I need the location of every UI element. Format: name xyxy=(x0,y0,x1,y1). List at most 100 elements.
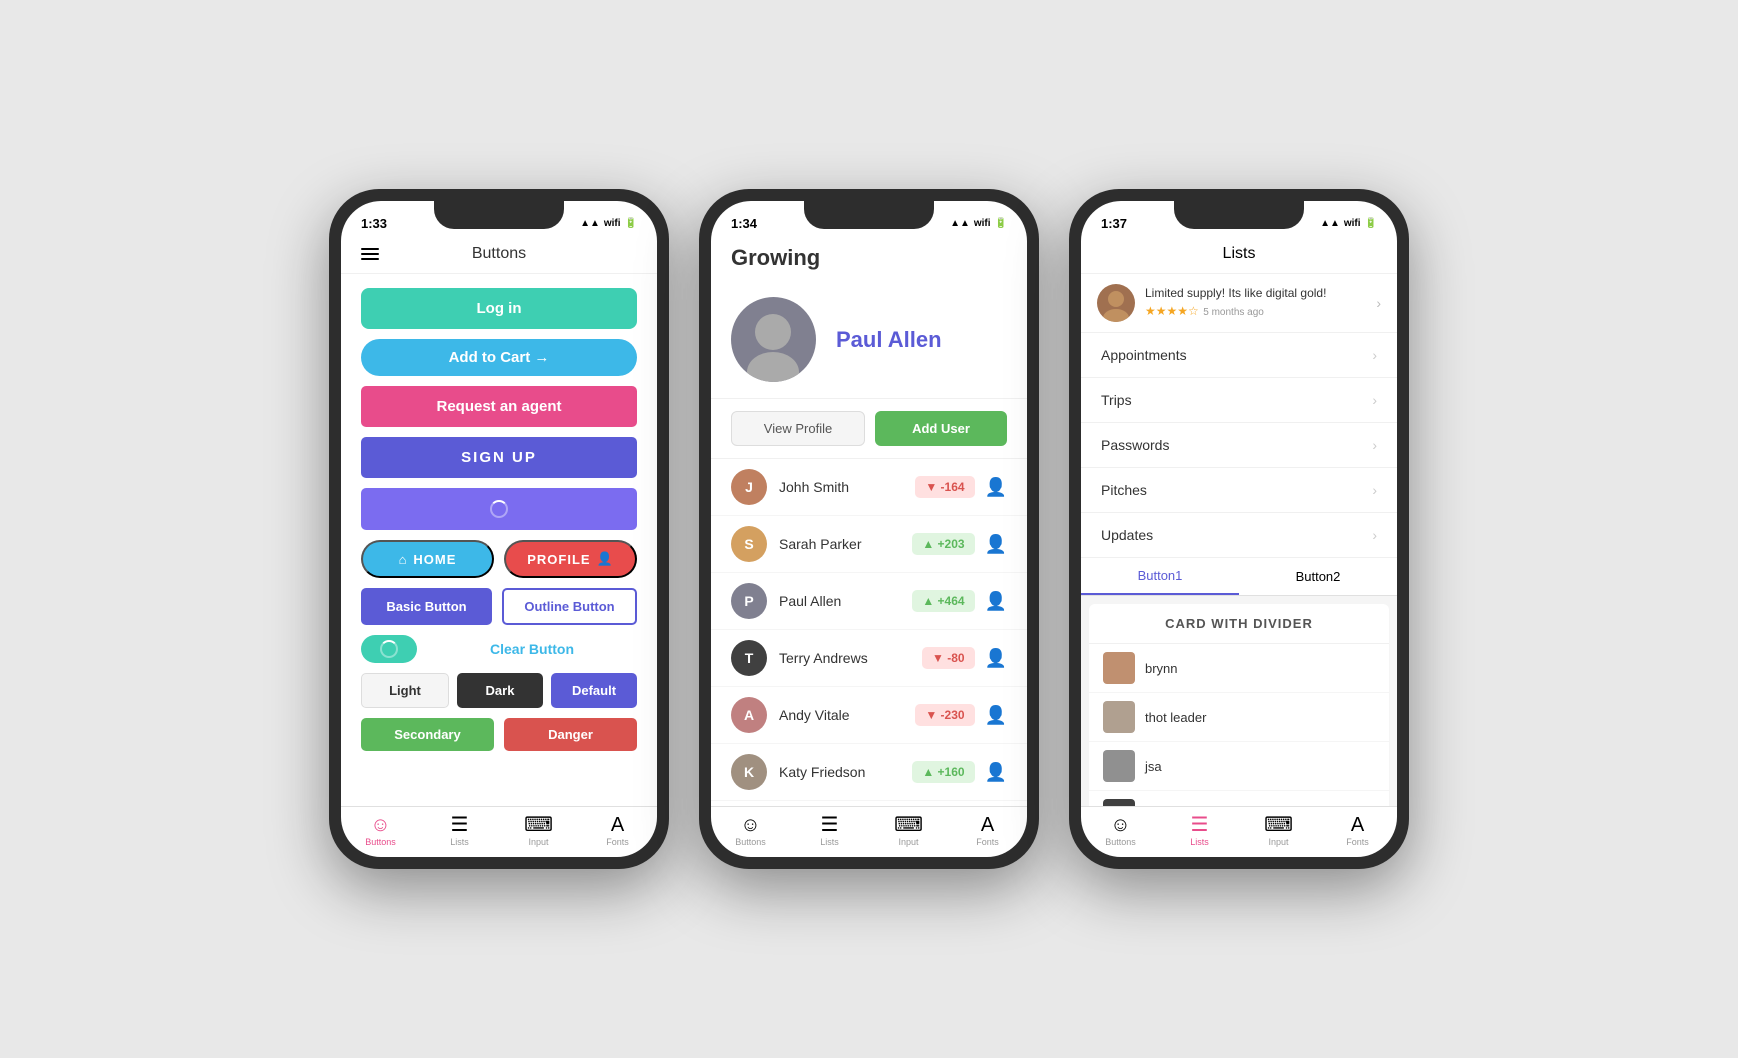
card-tab-button2[interactable]: Button2 xyxy=(1239,558,1397,595)
add-user-button[interactable]: Add User xyxy=(875,411,1007,446)
clear-button[interactable]: Clear Button xyxy=(427,641,637,657)
profile-button[interactable]: PROFILE 👤 xyxy=(504,540,637,578)
tab3-input[interactable]: ⌨ Input xyxy=(1239,815,1318,847)
card-name-thot: thot leader xyxy=(1145,710,1206,725)
tab3-fonts[interactable]: A Fonts xyxy=(1318,815,1397,847)
phone3-title: Lists xyxy=(1223,245,1256,262)
list-row-updates[interactable]: Updates › xyxy=(1081,513,1397,558)
tab-buttons[interactable]: ☺ Buttons xyxy=(341,815,420,847)
user-row-johh: J Johh Smith ▼ -164 👤 xyxy=(711,459,1027,516)
tab-fonts[interactable]: A Fonts xyxy=(578,815,657,847)
list-label-appointments: Appointments xyxy=(1101,347,1187,363)
time-1: 1:33 xyxy=(361,216,387,231)
basic-button[interactable]: Basic Button xyxy=(361,588,492,625)
tab-buttons-label: Buttons xyxy=(365,837,396,847)
user-row-sarah: S Sarah Parker ▲ +203 👤 xyxy=(711,516,1027,573)
dark-button[interactable]: Dark xyxy=(457,673,543,708)
tab-bar-2: ☺ Buttons ☰ Lists ⌨ Input A Fonts xyxy=(711,806,1027,857)
home-icon: ⌂ xyxy=(399,552,408,567)
user-avatar-andy: A xyxy=(731,697,767,733)
contact-icon-paul[interactable]: 👤 xyxy=(985,591,1007,612)
time-3: 1:37 xyxy=(1101,216,1127,231)
review-bar[interactable]: Limited supply! Its like digital gold! ★… xyxy=(1081,274,1397,333)
user-row-paul: P Paul Allen ▲ +464 👤 xyxy=(711,573,1027,630)
user-score-sarah: ▲ +203 xyxy=(912,533,974,555)
review-time: 5 months ago xyxy=(1203,307,1264,318)
tab2-lists[interactable]: ☰ Lists xyxy=(790,815,869,847)
danger-button[interactable]: Danger xyxy=(504,718,637,751)
tab3-fonts-icon: A xyxy=(1351,815,1364,835)
lists-tab-icon: ☰ xyxy=(451,815,469,835)
tab3-buttons-label: Buttons xyxy=(1105,837,1136,847)
tab-lists[interactable]: ☰ Lists xyxy=(420,815,499,847)
review-stars: ★★★★☆ xyxy=(1145,304,1199,318)
tab2-lists-icon: ☰ xyxy=(821,815,839,835)
tab-input[interactable]: ⌨ Input xyxy=(499,815,578,847)
user-score-johh: ▼ -164 xyxy=(915,476,974,498)
list-row-pitches[interactable]: Pitches › xyxy=(1081,468,1397,513)
secondary-button[interactable]: Secondary xyxy=(361,718,494,751)
user-score-andy: ▼ -230 xyxy=(915,704,974,726)
tab2-buttons-icon: ☺ xyxy=(740,815,760,835)
home-button[interactable]: ⌂ HOME xyxy=(361,540,494,578)
list-label-trips: Trips xyxy=(1101,392,1132,408)
user-avatar-katy: K xyxy=(731,754,767,790)
list-row-passwords[interactable]: Passwords › xyxy=(1081,423,1397,468)
hamburger-icon[interactable] xyxy=(361,248,379,260)
list-items: Appointments › Trips › Passwords › Pitch… xyxy=(1081,333,1397,558)
review-title: Limited supply! Its like digital gold! xyxy=(1145,286,1376,302)
contact-icon-johh[interactable]: 👤 xyxy=(985,477,1007,498)
card-avatar-talha xyxy=(1103,799,1135,806)
profile-section: Paul Allen xyxy=(711,281,1027,399)
phone1-header: Buttons xyxy=(341,237,657,274)
view-profile-button[interactable]: View Profile xyxy=(731,411,865,446)
tab3-buttons[interactable]: ☺ Buttons xyxy=(1081,815,1160,847)
request-agent-button[interactable]: Request an agent xyxy=(361,386,637,427)
tab2-input[interactable]: ⌨ Input xyxy=(869,815,948,847)
tab-input-label: Input xyxy=(528,837,548,847)
user-score-terry: ▼ -80 xyxy=(922,647,975,669)
card-tab-button1[interactable]: Button1 xyxy=(1081,558,1239,595)
phone-lists: 1:37 ▲▲ wifi 🔋 Lists xyxy=(1069,189,1409,869)
contact-icon-sarah[interactable]: 👤 xyxy=(985,534,1007,555)
tab3-fonts-label: Fonts xyxy=(1346,837,1369,847)
tab2-buttons[interactable]: ☺ Buttons xyxy=(711,815,790,847)
tab-fonts-label: Fonts xyxy=(606,837,629,847)
toggle-button[interactable] xyxy=(361,635,417,663)
outline-button[interactable]: Outline Button xyxy=(502,588,637,625)
card-item-jsa[interactable]: jsa xyxy=(1089,742,1389,791)
tab2-fonts-label: Fonts xyxy=(976,837,999,847)
user-score-paul: ▲ +464 xyxy=(912,590,974,612)
light-dark-default-row: Light Dark Default xyxy=(361,673,637,708)
login-button[interactable]: Log in xyxy=(361,288,637,329)
tab2-buttons-label: Buttons xyxy=(735,837,766,847)
avatar-svg xyxy=(731,297,816,382)
user-score-katy: ▲ +160 xyxy=(912,761,974,783)
time-2: 1:34 xyxy=(731,216,757,231)
status-icons-1: ▲▲ wifi 🔋 xyxy=(580,218,637,229)
contact-icon-katy[interactable]: 👤 xyxy=(985,762,1007,783)
tab3-lists[interactable]: ☰ Lists xyxy=(1160,815,1239,847)
card-item-brynn[interactable]: brynn xyxy=(1089,644,1389,693)
default-button[interactable]: Default xyxy=(551,673,637,708)
tab2-fonts[interactable]: A Fonts xyxy=(948,815,1027,847)
card-item-talha[interactable]: talhaconcepts xyxy=(1089,791,1389,806)
list-row-trips[interactable]: Trips › xyxy=(1081,378,1397,423)
user-row-terry: T Terry Andrews ▼ -80 👤 xyxy=(711,630,1027,687)
tab2-fonts-icon: A xyxy=(981,815,994,835)
status-icons-3: ▲▲ wifi 🔋 xyxy=(1320,218,1377,229)
list-row-appointments[interactable]: Appointments › xyxy=(1081,333,1397,378)
signup-button[interactable]: SIGN UP xyxy=(361,437,637,478)
contact-icon-terry[interactable]: 👤 xyxy=(985,648,1007,669)
card-header: CARD WITH DIVIDER xyxy=(1089,604,1389,644)
loading-button[interactable] xyxy=(361,488,637,530)
user-avatar-sarah: S xyxy=(731,526,767,562)
tab3-lists-icon: ☰ xyxy=(1191,815,1209,835)
card-item-thot[interactable]: thot leader xyxy=(1089,693,1389,742)
contact-icon-andy[interactable]: 👤 xyxy=(985,705,1007,726)
card-name-brynn: brynn xyxy=(1145,661,1178,676)
review-chevron-icon: › xyxy=(1376,295,1381,311)
add-to-cart-button[interactable]: Add to Cart → xyxy=(361,339,637,376)
phones-container: 1:33 ▲▲ wifi 🔋 Buttons Log in Ad xyxy=(329,189,1409,869)
light-button[interactable]: Light xyxy=(361,673,449,708)
